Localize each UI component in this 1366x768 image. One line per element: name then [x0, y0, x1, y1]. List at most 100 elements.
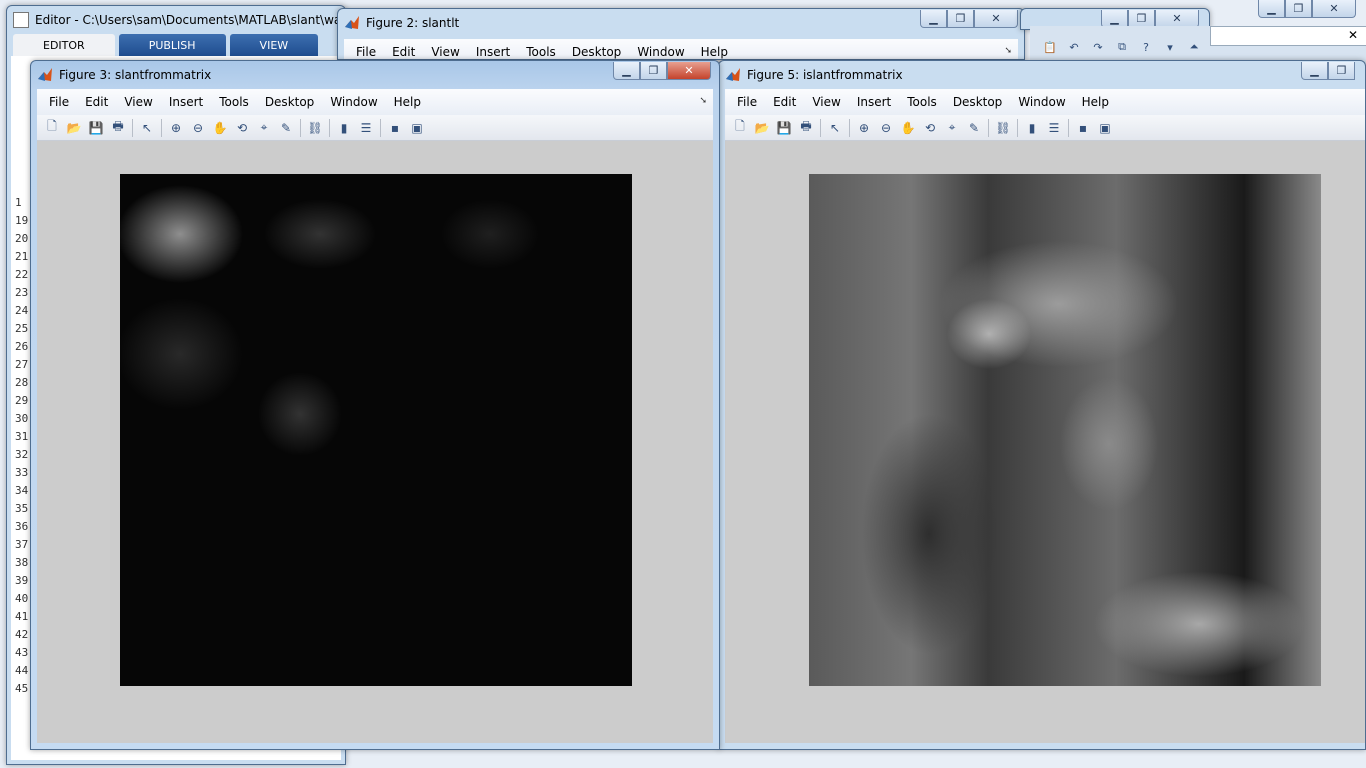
- toolbar-separator: [329, 118, 330, 137]
- help-icon[interactable]: ?: [1136, 38, 1156, 56]
- show-plot-tools-icon[interactable]: ▣: [1094, 118, 1116, 138]
- menu-desktop[interactable]: Desktop: [564, 45, 630, 59]
- minimize-button[interactable]: ▁: [613, 62, 640, 80]
- redo-icon[interactable]: ↷: [1088, 38, 1108, 56]
- toolbar-separator: [849, 118, 850, 137]
- tab-publish[interactable]: PUBLISH: [118, 34, 226, 56]
- dock-arrow-icon[interactable]: ➘: [699, 96, 707, 106]
- print-icon[interactable]: 🖶: [795, 118, 817, 138]
- menu-insert[interactable]: Insert: [849, 95, 899, 109]
- link-plot-icon[interactable]: ⛓: [304, 118, 326, 138]
- zoom-in-icon[interactable]: ⊕: [853, 118, 875, 138]
- figure2-client: File Edit View Insert Tools Desktop Wind…: [344, 39, 1018, 59]
- save-icon[interactable]: 💾: [85, 118, 107, 138]
- close-button[interactable]: ✕: [667, 62, 711, 80]
- minimize-button[interactable]: ▁: [1301, 62, 1328, 80]
- figure5-client: File Edit View Insert Tools Desktop Wind…: [725, 89, 1365, 743]
- figure2-caption: ▁ ❐ ✕: [920, 10, 1018, 28]
- data-cursor-icon[interactable]: ⌖: [253, 118, 275, 138]
- zoom-out-icon[interactable]: ⊖: [187, 118, 209, 138]
- menu-desktop[interactable]: Desktop: [945, 95, 1011, 109]
- menu-tools[interactable]: Tools: [899, 95, 945, 109]
- figure2-window: Figure 2: slantlt ▁ ❐ ✕ File Edit View I…: [337, 8, 1025, 60]
- open-file-icon[interactable]: 📂: [63, 118, 85, 138]
- menu-view[interactable]: View: [804, 95, 848, 109]
- zoom-out-icon[interactable]: ⊖: [875, 118, 897, 138]
- menu-edit[interactable]: Edit: [384, 45, 423, 59]
- new-figure-icon[interactable]: 🗋: [41, 118, 63, 138]
- dock-arrow-icon[interactable]: ➘: [1004, 46, 1012, 56]
- menu-file[interactable]: File: [729, 95, 765, 109]
- data-cursor-icon[interactable]: ⌖: [941, 118, 963, 138]
- menu-window[interactable]: Window: [629, 45, 692, 59]
- select-arrow-icon[interactable]: ↖: [824, 118, 846, 138]
- maximize-button[interactable]: ❐: [947, 10, 974, 28]
- select-arrow-icon[interactable]: ↖: [136, 118, 158, 138]
- tab-view[interactable]: VIEW: [229, 34, 319, 56]
- brush-icon[interactable]: ✎: [275, 118, 297, 138]
- minimize-ribbon-icon[interactable]: ▾: [1160, 38, 1180, 56]
- maximize-button[interactable]: ❐: [1328, 62, 1355, 80]
- clear-search-icon[interactable]: ✕: [1348, 28, 1358, 42]
- figure2-title: Figure 2: slantlt: [366, 16, 460, 30]
- collapse-icon[interactable]: ⏶: [1184, 38, 1204, 56]
- print-icon[interactable]: 🖶: [107, 118, 129, 138]
- figure5-toolbar: 🗋 📂 💾 🖶 ↖ ⊕ ⊖ ✋ ⟲ ⌖ ✎ ⛓ ▮ ☰ ▪ ▣: [725, 115, 1365, 141]
- menu-insert[interactable]: Insert: [161, 95, 211, 109]
- menu-view[interactable]: View: [116, 95, 160, 109]
- minimize-button[interactable]: ▁: [1258, 0, 1285, 18]
- maximize-button[interactable]: ❐: [1285, 0, 1312, 18]
- menu-file[interactable]: File: [41, 95, 77, 109]
- figure5-titlebar[interactable]: Figure 5: islantfrommatrix: [719, 61, 1365, 89]
- menu-insert[interactable]: Insert: [468, 45, 518, 59]
- maximize-button[interactable]: ❐: [640, 62, 667, 80]
- brush-icon[interactable]: ✎: [963, 118, 985, 138]
- menu-window[interactable]: Window: [1010, 95, 1073, 109]
- close-button[interactable]: ✕: [974, 10, 1018, 28]
- matlab-logo-icon: [344, 15, 360, 31]
- menu-file[interactable]: File: [348, 45, 384, 59]
- save-icon[interactable]: 💾: [773, 118, 795, 138]
- toolbar-separator: [1068, 118, 1069, 137]
- pan-hand-icon[interactable]: ✋: [209, 118, 231, 138]
- paste-icon[interactable]: 📋: [1040, 38, 1060, 56]
- open-file-icon[interactable]: 📂: [751, 118, 773, 138]
- pan-hand-icon[interactable]: ✋: [897, 118, 919, 138]
- menu-edit[interactable]: Edit: [765, 95, 804, 109]
- menu-window[interactable]: Window: [322, 95, 385, 109]
- new-figure-icon[interactable]: 🗋: [729, 118, 751, 138]
- hide-plot-tools-icon[interactable]: ▪: [384, 118, 406, 138]
- menu-view[interactable]: View: [423, 45, 467, 59]
- switch-windows-icon[interactable]: ⧉: [1112, 38, 1132, 56]
- undo-icon[interactable]: ↶: [1064, 38, 1084, 56]
- toolbar-separator: [988, 118, 989, 137]
- slant-transform-image: [120, 174, 632, 686]
- tab-editor[interactable]: EDITOR: [13, 34, 115, 56]
- colorbar-icon[interactable]: ▮: [333, 118, 355, 138]
- menu-edit[interactable]: Edit: [77, 95, 116, 109]
- colorbar-icon[interactable]: ▮: [1021, 118, 1043, 138]
- menu-tools[interactable]: Tools: [211, 95, 257, 109]
- close-button[interactable]: ✕: [1312, 0, 1356, 18]
- legend-icon[interactable]: ☰: [1043, 118, 1065, 138]
- menu-help[interactable]: Help: [1074, 95, 1117, 109]
- toolbar-separator: [161, 118, 162, 137]
- search-input[interactable]: [1210, 26, 1366, 46]
- minimize-button[interactable]: ▁: [920, 10, 947, 28]
- link-plot-icon[interactable]: ⛓: [992, 118, 1014, 138]
- hide-plot-tools-icon[interactable]: ▪: [1072, 118, 1094, 138]
- zoom-in-icon[interactable]: ⊕: [165, 118, 187, 138]
- main-window-caption: ▁ ❐ ✕: [1258, 0, 1356, 18]
- menu-tools[interactable]: Tools: [518, 45, 564, 59]
- figure2-menubar: File Edit View Insert Tools Desktop Wind…: [344, 39, 1018, 59]
- menu-help[interactable]: Help: [386, 95, 429, 109]
- show-plot-tools-icon[interactable]: ▣: [406, 118, 428, 138]
- legend-icon[interactable]: ☰: [355, 118, 377, 138]
- quick-access-strip: ✕ 📋 ↶ ↷ ⧉ ? ▾ ⏶: [1030, 26, 1366, 64]
- rotate-3d-icon[interactable]: ⟲: [231, 118, 253, 138]
- menu-help[interactable]: Help: [693, 45, 736, 59]
- rotate-3d-icon[interactable]: ⟲: [919, 118, 941, 138]
- editor-titlebar[interactable]: Editor - C:\Users\sam\Documents\MATLAB\s…: [7, 6, 345, 34]
- figure3-title: Figure 3: slantfrommatrix: [59, 68, 212, 82]
- menu-desktop[interactable]: Desktop: [257, 95, 323, 109]
